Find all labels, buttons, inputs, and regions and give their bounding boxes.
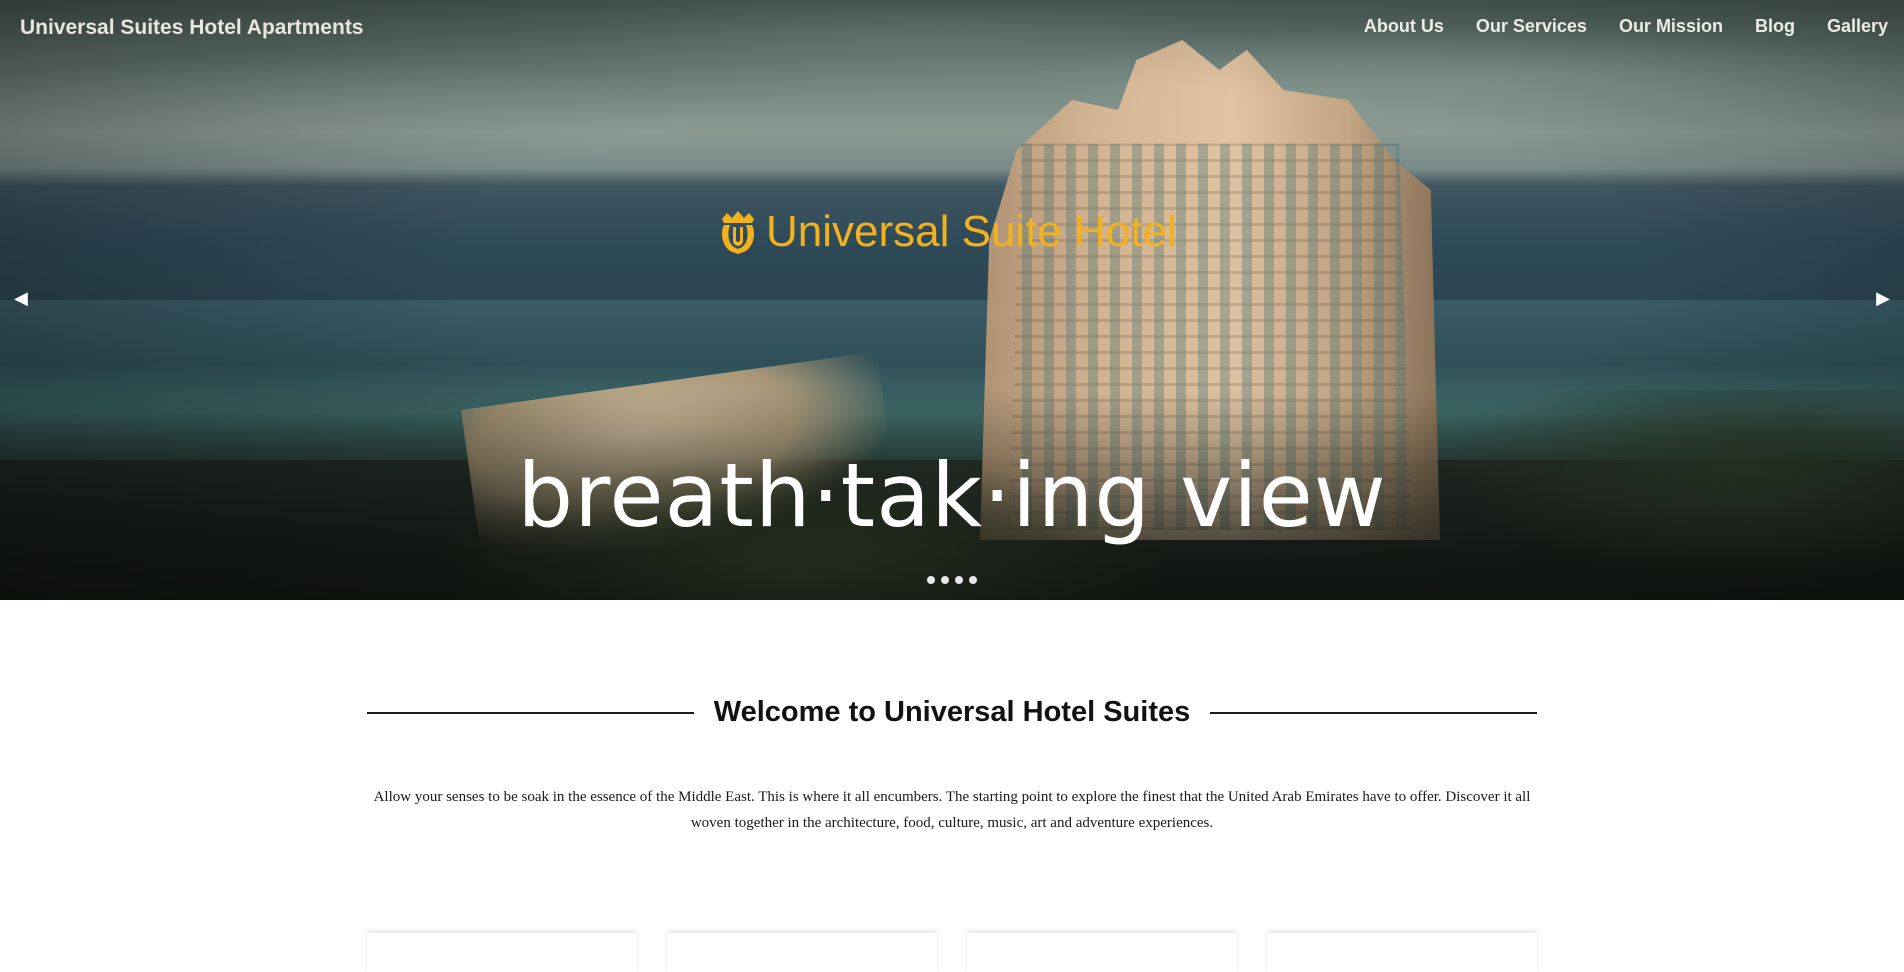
- carousel-dot-4[interactable]: [969, 576, 977, 584]
- nav-our-services[interactable]: Our Services: [1476, 16, 1587, 37]
- feature-cards: [367, 932, 1537, 972]
- hero-logo-text: Universal Suite Hotel: [766, 207, 1177, 256]
- nav-blog[interactable]: Blog: [1755, 16, 1795, 37]
- hero-logo: Universal Suite Hotel: [716, 202, 1177, 262]
- carousel-prev-arrow-icon[interactable]: ◀: [14, 288, 28, 309]
- feature-card[interactable]: [967, 932, 1237, 972]
- welcome-text: Allow your senses to be soak in the esse…: [373, 789, 1531, 831]
- nav-gallery[interactable]: Gallery: [1827, 16, 1888, 37]
- feature-card[interactable]: [1267, 932, 1537, 972]
- carousel-dot-3[interactable]: [955, 576, 963, 584]
- crown-crest-icon: [716, 209, 760, 255]
- carousel-next-arrow-icon[interactable]: ▶: [1876, 288, 1890, 309]
- welcome-heading: Welcome to Universal Hotel Suites: [367, 696, 1537, 729]
- welcome-section: Welcome to Universal Hotel Suites Allow …: [0, 600, 1904, 972]
- nav-links: About Us Our Services Our Mission Blog G…: [1364, 16, 1888, 37]
- nav-about-us[interactable]: About Us: [1364, 16, 1444, 37]
- carousel-dot-1[interactable]: [927, 576, 935, 584]
- brand-link[interactable]: Universal Suites Hotel Apartments: [20, 16, 364, 40]
- hero-carousel: Universal Suites Hotel Apartments About …: [0, 0, 1904, 600]
- hero-tagline: breath·tak·ing view: [517, 444, 1387, 547]
- carousel-indicators: [0, 576, 1904, 584]
- nav-our-mission[interactable]: Our Mission: [1619, 16, 1723, 37]
- welcome-title: Welcome to Universal Hotel Suites: [713, 696, 1191, 728]
- top-navbar: Universal Suites Hotel Apartments About …: [0, 0, 1904, 56]
- feature-card[interactable]: [667, 932, 937, 972]
- carousel-dot-2[interactable]: [941, 576, 949, 584]
- heading-rule-right: [1210, 711, 1537, 714]
- heading-rule-left: [367, 711, 694, 714]
- feature-card[interactable]: [367, 932, 637, 972]
